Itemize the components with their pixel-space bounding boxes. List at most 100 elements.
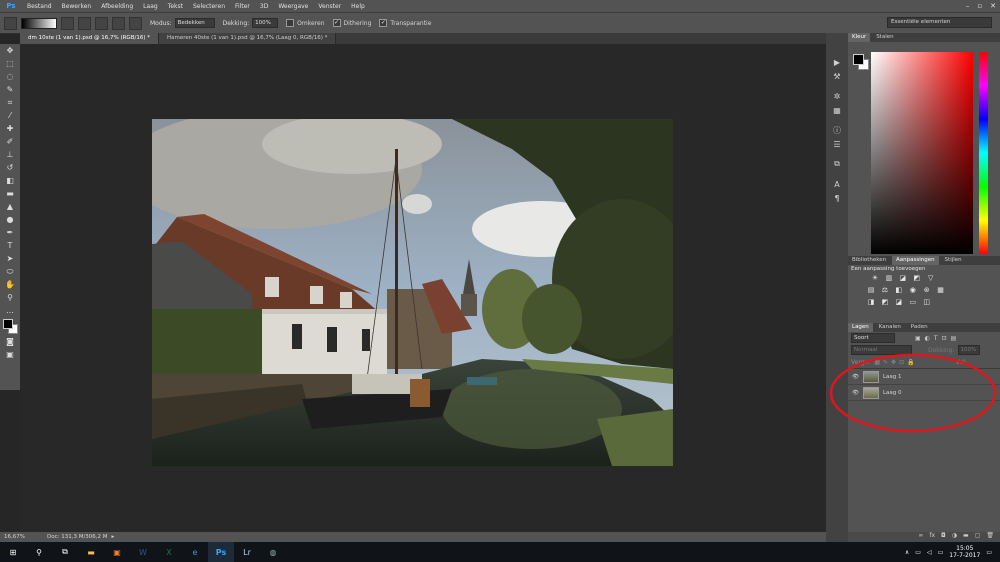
hand-icon[interactable]: ✋ (0, 278, 20, 291)
media-icon[interactable]: ▣ (104, 542, 130, 562)
dodge-icon[interactable]: ● (0, 213, 20, 226)
gradient-picker[interactable] (21, 17, 57, 29)
photo-filter-icon[interactable]: ◉ (908, 286, 918, 294)
character-icon[interactable]: A (826, 177, 848, 191)
black-white-icon[interactable]: ◧ (894, 286, 904, 294)
menu-3d[interactable]: 3D (255, 3, 273, 10)
tab-stijlen[interactable]: Stijlen (941, 256, 966, 265)
hue-sat-icon[interactable]: ▤ (866, 286, 876, 294)
exposure-icon[interactable]: ◩ (912, 274, 922, 282)
app-icon[interactable]: ◍ (260, 542, 286, 562)
excel-icon[interactable]: X (156, 542, 182, 562)
history-brush-icon[interactable]: ↺ (0, 161, 20, 174)
reverse-checkbox[interactable]: Omkeren (286, 19, 325, 27)
status-arrow-icon[interactable]: ▸ (112, 534, 115, 540)
tools-icon[interactable]: ⚒ (826, 69, 848, 83)
minimize-button[interactable]: – (966, 2, 970, 10)
more-tools-icon[interactable]: … (0, 304, 20, 317)
selective-color-icon[interactable]: ◫ (922, 298, 932, 306)
curves-icon[interactable]: ◪ (898, 274, 908, 282)
tab-aanpassingen[interactable]: Aanpassingen (892, 256, 939, 265)
channel-mixer-icon[interactable]: ⊛ (922, 286, 932, 294)
menu-tekst[interactable]: Tekst (163, 3, 188, 10)
brightness-icon[interactable]: ☀ (870, 274, 880, 282)
posterize-icon[interactable]: ◩ (880, 298, 890, 306)
angle-gradient-button[interactable] (95, 16, 108, 30)
quick-select-icon[interactable]: ✎ (0, 83, 20, 96)
menu-selecteren[interactable]: Selecteren (188, 3, 230, 10)
levels-icon[interactable]: ▥ (884, 274, 894, 282)
blur-icon[interactable]: ▲ (0, 200, 20, 213)
tab-paden[interactable]: Paden (907, 323, 932, 332)
transparency-checkbox[interactable]: ✓ Transparantie (379, 19, 431, 27)
layer-kind-select[interactable]: Soort (851, 333, 895, 343)
eyedropper-icon[interactable]: ⁄ (0, 109, 20, 122)
folder-icon[interactable]: ▬ (963, 532, 969, 542)
search-icon[interactable]: ⚲ (26, 542, 52, 562)
marquee-icon[interactable]: ⬚ (0, 57, 20, 70)
paragraph-icon[interactable]: ¶ (826, 191, 848, 205)
network-icon[interactable]: ▭ (915, 549, 921, 556)
vibrance-icon[interactable]: ▽ (926, 274, 936, 282)
language-icon[interactable]: ▭ (938, 549, 944, 556)
pen-icon[interactable]: ✒ (0, 226, 20, 239)
file-explorer-icon[interactable]: ▬ (78, 542, 104, 562)
tab-lagen[interactable]: Lagen (848, 323, 873, 332)
color-swatches[interactable] (0, 317, 20, 335)
menu-laag[interactable]: Laag (138, 3, 163, 10)
mode-select[interactable]: Bedekken (174, 18, 215, 28)
photoshop-taskbar-icon[interactable]: Ps (208, 542, 234, 562)
adjustment-icon[interactable]: ◑ (952, 532, 957, 542)
hue-slider[interactable] (979, 52, 988, 254)
screen-mode-icon[interactable]: ▣ (0, 348, 20, 361)
clock[interactable]: 15:05 17-7-2017 (949, 545, 980, 559)
dither-checkbox[interactable]: ✓ Dithering (332, 19, 371, 27)
color-balance-icon[interactable]: ⚖ (880, 286, 890, 294)
path-select-icon[interactable]: ➤ (0, 252, 20, 265)
eraser-icon[interactable]: ◧ (0, 174, 20, 187)
menu-bestand[interactable]: Bestand (22, 3, 57, 10)
menu-help[interactable]: Help (346, 3, 370, 10)
workspace-select[interactable]: Essentiële elementen (887, 17, 992, 28)
invert-icon[interactable]: ◨ (866, 298, 876, 306)
mask-icon[interactable]: ◘ (941, 532, 946, 542)
diamond-gradient-button[interactable] (129, 16, 142, 30)
trash-icon[interactable]: 🗑 (986, 532, 994, 542)
menu-bewerken[interactable]: Bewerken (57, 3, 97, 10)
opacity-field[interactable]: 100% (252, 18, 279, 28)
new-layer-icon[interactable]: ▢ (975, 532, 981, 542)
notifications-icon[interactable]: ▭ (986, 549, 992, 556)
foreground-swatch[interactable] (853, 54, 864, 65)
maximize-button[interactable]: ▫ (977, 2, 982, 10)
gradient-map-icon[interactable]: ▭ (908, 298, 918, 306)
properties-icon[interactable]: ☰ (826, 137, 848, 151)
healing-icon[interactable]: ✚ (0, 122, 20, 135)
histogram-icon[interactable]: ▦ (826, 103, 848, 117)
clone-source-icon[interactable]: ⧉ (826, 157, 848, 171)
settings-icon[interactable]: ✲ (826, 89, 848, 103)
linear-gradient-button[interactable] (61, 16, 74, 30)
stamp-icon[interactable]: ⊥ (0, 148, 20, 161)
windows-start-icon[interactable]: ⊞ (0, 542, 26, 562)
play-icon[interactable]: ▶ (826, 55, 848, 69)
shape-icon[interactable]: ⬭ (0, 265, 20, 278)
radial-gradient-button[interactable] (78, 16, 91, 30)
info-icon[interactable]: ⓘ (826, 123, 848, 137)
tab-kleur[interactable]: Kleur (848, 33, 871, 42)
menu-venster[interactable]: Venster (313, 3, 346, 10)
tool-preset-button[interactable] (4, 16, 17, 30)
task-view-icon[interactable]: ⧉ (52, 542, 78, 562)
edge-icon[interactable]: e (182, 542, 208, 562)
tab-bibliotheken[interactable]: Bibliotheken (848, 256, 890, 265)
lightroom-icon[interactable]: Lr (234, 542, 260, 562)
word-icon[interactable]: W (130, 542, 156, 562)
tray-chevron-icon[interactable]: ∧ (905, 549, 909, 556)
type-icon[interactable]: T (0, 239, 20, 252)
gradient-icon[interactable]: ▬ (0, 187, 20, 200)
menu-filter[interactable]: Filter (230, 3, 255, 10)
tab-document-1[interactable]: dm 10ste (1 van 1).psd @ 16,7% (RGB/16) … (20, 33, 159, 44)
layer-filter-icons[interactable]: ▣◐T⊡▤ (915, 335, 960, 342)
zoom-level[interactable]: 16,67% (4, 534, 25, 540)
color-lookup-icon[interactable]: ▦ (936, 286, 946, 294)
brush-icon[interactable]: ✐ (0, 135, 20, 148)
